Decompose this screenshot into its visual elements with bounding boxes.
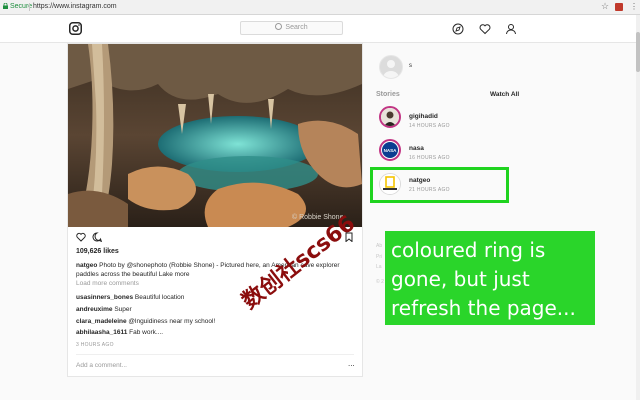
story-avatar-gigihadid[interactable] <box>379 106 401 128</box>
comment-username[interactable]: andreuxime <box>76 306 113 313</box>
bookmark-star-icon[interactable]: ☆ <box>601 1 609 12</box>
post-image[interactable] <box>68 44 362 227</box>
highlight-box <box>370 167 509 203</box>
watch-all-link[interactable]: Watch All <box>490 91 519 98</box>
comment: abhilaasha_1611 Fab work.... <box>76 329 163 336</box>
default-avatar-icon <box>383 60 399 78</box>
svg-text:NASA: NASA <box>384 148 398 153</box>
copyright-text: © 2 <box>376 279 384 285</box>
nasa-logo-icon: NASA <box>382 142 398 158</box>
comment-text: @lnguidiness near my school! <box>128 318 216 325</box>
search-input[interactable]: Search <box>240 21 343 35</box>
divider <box>76 354 354 355</box>
annotation-callout: coloured ring is gone, but just refresh … <box>385 231 595 325</box>
compass-icon[interactable] <box>452 23 464 35</box>
avatar[interactable] <box>379 55 403 79</box>
footer-link[interactable]: Ab <box>376 243 382 249</box>
comment-text: Super <box>114 306 132 313</box>
url-divider <box>29 3 30 11</box>
story-name[interactable]: nasa <box>409 145 424 152</box>
url-field[interactable]: https://www.instagram.com <box>33 2 117 12</box>
comment-username[interactable]: abhilaasha_1611 <box>76 329 127 336</box>
lock-icon <box>3 3 8 9</box>
comment-text: Fab work.... <box>129 329 164 336</box>
add-comment-input[interactable]: Add a comment... <box>76 362 127 369</box>
scrollbar-thumb[interactable] <box>636 32 640 72</box>
comment: usasinners_bones Beautiful location <box>76 294 184 301</box>
comment: andreuxime Super <box>76 306 132 313</box>
footer-link[interactable]: La <box>376 264 382 270</box>
story-time: 14 HOURS AGO <box>409 123 450 129</box>
load-more-comments-link[interactable]: Load more comments <box>76 280 139 287</box>
caption-username[interactable]: natgeo <box>76 262 97 269</box>
comment: clara_madeleine @lnguidiness near my sch… <box>76 318 215 325</box>
gigihadid-photo <box>381 108 399 126</box>
extension-icon[interactable] <box>615 3 623 11</box>
scrollbar-track[interactable] <box>636 15 640 400</box>
comment-username[interactable]: clara_madeleine <box>76 318 127 325</box>
story-time: 16 HOURS AGO <box>409 155 450 161</box>
footer-link[interactable]: Pri <box>376 254 382 260</box>
search-placeholder: Search <box>285 24 308 31</box>
post-timestamp[interactable]: 3 HOURS AGO <box>76 342 114 348</box>
username[interactable]: s <box>409 63 412 69</box>
instagram-header: Search <box>0 15 636 43</box>
browser-menu-icon[interactable]: ⋮ <box>630 1 638 12</box>
story-avatar-nasa[interactable]: NASA <box>379 139 401 161</box>
comment-text: Beautiful location <box>134 294 185 301</box>
instagram-logo-icon[interactable] <box>69 22 82 35</box>
profile-icon[interactable] <box>505 23 517 35</box>
stories-heading: Stories <box>376 91 400 98</box>
story-name[interactable]: gigihadid <box>409 113 438 120</box>
browser-address-bar: Secure https://www.instagram.com ☆ ⋮ <box>0 0 640 15</box>
post-card: © Robbie Shone 109,626 likes natgeo Phot… <box>67 43 363 377</box>
more-options-icon[interactable]: ... <box>348 360 355 368</box>
search-icon <box>275 23 283 30</box>
likes-count[interactable]: 109,626 likes <box>76 248 119 255</box>
comment-username[interactable]: usasinners_bones <box>76 294 133 301</box>
like-heart-icon[interactable] <box>76 232 86 242</box>
heart-icon[interactable] <box>479 23 491 35</box>
comment-icon[interactable] <box>92 232 102 242</box>
